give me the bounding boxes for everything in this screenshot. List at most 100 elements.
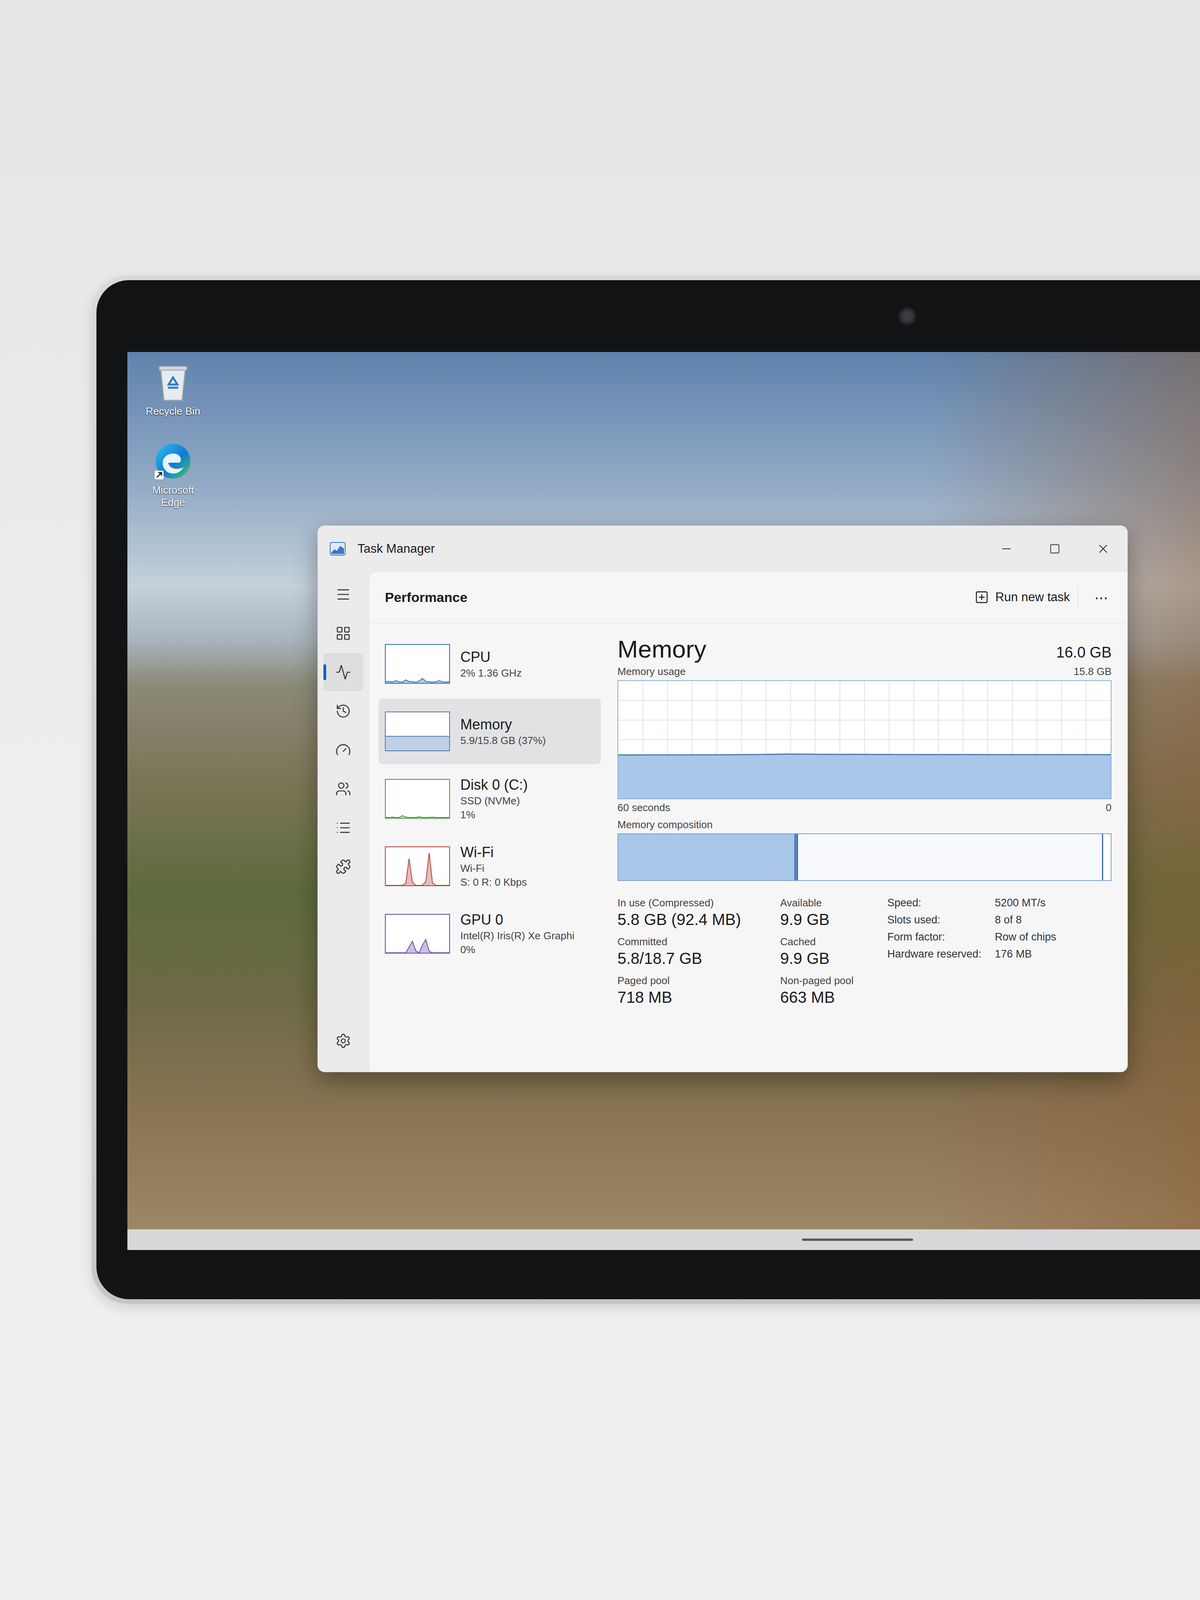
nav-item[interactable] (323, 575, 364, 614)
title-bar[interactable]: Task Manager (317, 525, 1128, 572)
memory-detail: Memory16.0 GBMemory usage15.8 GB60 secon… (605, 623, 1128, 1072)
graph-area (385, 852, 450, 886)
spec-label: Form factor: (887, 930, 982, 944)
stat-label: Committed (617, 935, 769, 949)
nav-item[interactable] (323, 769, 364, 808)
edge-icon (153, 441, 193, 481)
stat-label: Non-paged pool (780, 974, 872, 987)
nav-item[interactable] (323, 692, 364, 731)
device-mini-graph (384, 778, 450, 819)
window-title: Task Manager (357, 541, 971, 556)
photo-scene: Recycle Bin Microsoft Edge Task Manager Per… (0, 0, 1200, 1304)
graph-area (385, 815, 450, 818)
stat-value: 9.9 GB (780, 910, 872, 929)
nav-item[interactable] (323, 1021, 364, 1060)
device-row[interactable]: GPU 0Intel(R) Iris(R) Xe Graphi0% (378, 900, 601, 967)
graph-area (385, 678, 450, 684)
device-mini-graph (384, 711, 450, 752)
maximize-icon (1049, 543, 1061, 555)
panel-body: CPU2% 1.36 GHzMemory5.9/15.8 GB (37%) Dis… (369, 623, 1128, 1072)
composition-bar (617, 833, 1112, 881)
stat: Cached9.9 GB (780, 935, 872, 968)
device-text: Disk 0 (C:)SSD (NVMe)1% (460, 776, 528, 822)
camera-icon (898, 307, 917, 326)
grid-line (618, 700, 1111, 701)
spec-label: Hardware reserved: (887, 948, 982, 961)
grid-line (618, 719, 1111, 721)
tablet-frame: Recycle Bin Microsoft Edge Task Manager Per… (91, 275, 1200, 1304)
device-detail: 0% (460, 943, 575, 956)
usage-chart-box (617, 680, 1112, 800)
composition-segment[interactable] (618, 834, 796, 881)
stat: Available9.9 GB (780, 896, 872, 929)
home-indicator[interactable] (801, 1238, 914, 1241)
history-icon (335, 703, 352, 720)
task-manager-window[interactable]: Task Manager Performance Run new task ··· CP… (317, 525, 1128, 1073)
nav-item[interactable] (323, 614, 364, 653)
minimize-icon (999, 542, 1014, 556)
device-row[interactable]: CPU2% 1.36 GHz (378, 630, 601, 697)
selected-indicator (323, 664, 327, 681)
spec-table: Speed:5200 MT/sSlots used:8 of 8Form fac… (887, 896, 1112, 1007)
composition-segment[interactable] (798, 834, 1104, 881)
spec-label: Slots used: (887, 913, 982, 927)
panel-title: Performance (384, 589, 955, 606)
grid-line (618, 739, 1111, 741)
close-button[interactable] (1078, 525, 1128, 572)
taskbar-strip (127, 1229, 1200, 1250)
stat: In use (Compressed)5.8 GB (92.4 MB) (617, 896, 769, 929)
performance-panel: Performance Run new task ··· CPU2% 1.36 GHz… (368, 571, 1128, 1072)
desktop-icon-label: Microsoft Edge (139, 484, 207, 509)
device-detail: Intel(R) Iris(R) Xe Graphi (460, 929, 575, 943)
startup-icon (335, 742, 352, 758)
stats-area: In use (Compressed)5.8 GB (92.4 MB) Avail… (617, 896, 1112, 1007)
time-axis: 60 seconds0 (617, 799, 1112, 817)
stat-value: 718 MB (617, 988, 769, 1007)
device-mini-graph (384, 846, 450, 887)
nav-item[interactable] (323, 847, 364, 886)
menu-icon (335, 586, 352, 603)
performance-icon (335, 664, 352, 681)
close-icon (1096, 541, 1111, 556)
stat-value: 9.9 GB (780, 949, 872, 968)
panel-header: Performance Run new task ··· (369, 571, 1128, 624)
details-icon (335, 819, 352, 836)
nav-item[interactable] (323, 730, 364, 770)
graph-area (385, 736, 450, 751)
device-detail: Wi-Fi (460, 862, 527, 875)
desktop-icon[interactable]: Microsoft Edge (139, 441, 207, 509)
screen-bezel: Recycle Bin Microsoft Edge Task Manager Per… (96, 280, 1200, 1300)
task-manager-icon (329, 542, 346, 556)
device-row[interactable]: Wi-FiWi-FiS: 0 R: 0 Kbps (378, 833, 601, 900)
device-name: Wi-Fi (460, 844, 527, 861)
device-list: CPU2% 1.36 GHzMemory5.9/15.8 GB (37%) Dis… (369, 623, 606, 1072)
nav-item[interactable] (323, 808, 364, 847)
stat-value: 5.8 GB (92.4 MB) (617, 910, 769, 929)
graph-line (385, 678, 450, 683)
stat: Committed5.8/18.7 GB (617, 935, 769, 968)
composition-label: Memory composition (617, 816, 1112, 834)
device-row[interactable]: Memory5.9/15.8 GB (37%) (378, 698, 601, 765)
maximize-button[interactable] (1030, 525, 1079, 572)
window-controls (982, 525, 1128, 572)
stat-value: 663 MB (780, 988, 872, 1007)
device-name: CPU (460, 648, 522, 666)
run-task-icon (974, 590, 989, 605)
services-icon (335, 858, 352, 875)
minimize-button[interactable] (982, 525, 1031, 572)
device-detail: S: 0 R: 0 Kbps (460, 876, 527, 889)
nav-item[interactable] (323, 653, 364, 692)
run-new-task-button[interactable]: Run new task (966, 585, 1079, 610)
detail-total: 16.0 GB (1056, 644, 1112, 662)
device-name: Disk 0 (C:) (460, 776, 528, 794)
desktop: Recycle Bin Microsoft Edge Task Manager Per… (127, 351, 1200, 1250)
device-row[interactable]: Disk 0 (C:)SSD (NVMe)1% (378, 765, 601, 832)
device-text: GPU 0Intel(R) Iris(R) Xe Graphi0% (460, 911, 575, 956)
nav-rail (317, 571, 369, 1072)
composition-segment[interactable] (1103, 834, 1111, 881)
more-button[interactable]: ··· (1090, 588, 1112, 607)
desktop-icon-label: Recycle Bin (145, 405, 200, 418)
desktop-icon[interactable]: Recycle Bin (139, 362, 207, 418)
processes-icon (335, 625, 352, 642)
graph-line (385, 736, 450, 737)
